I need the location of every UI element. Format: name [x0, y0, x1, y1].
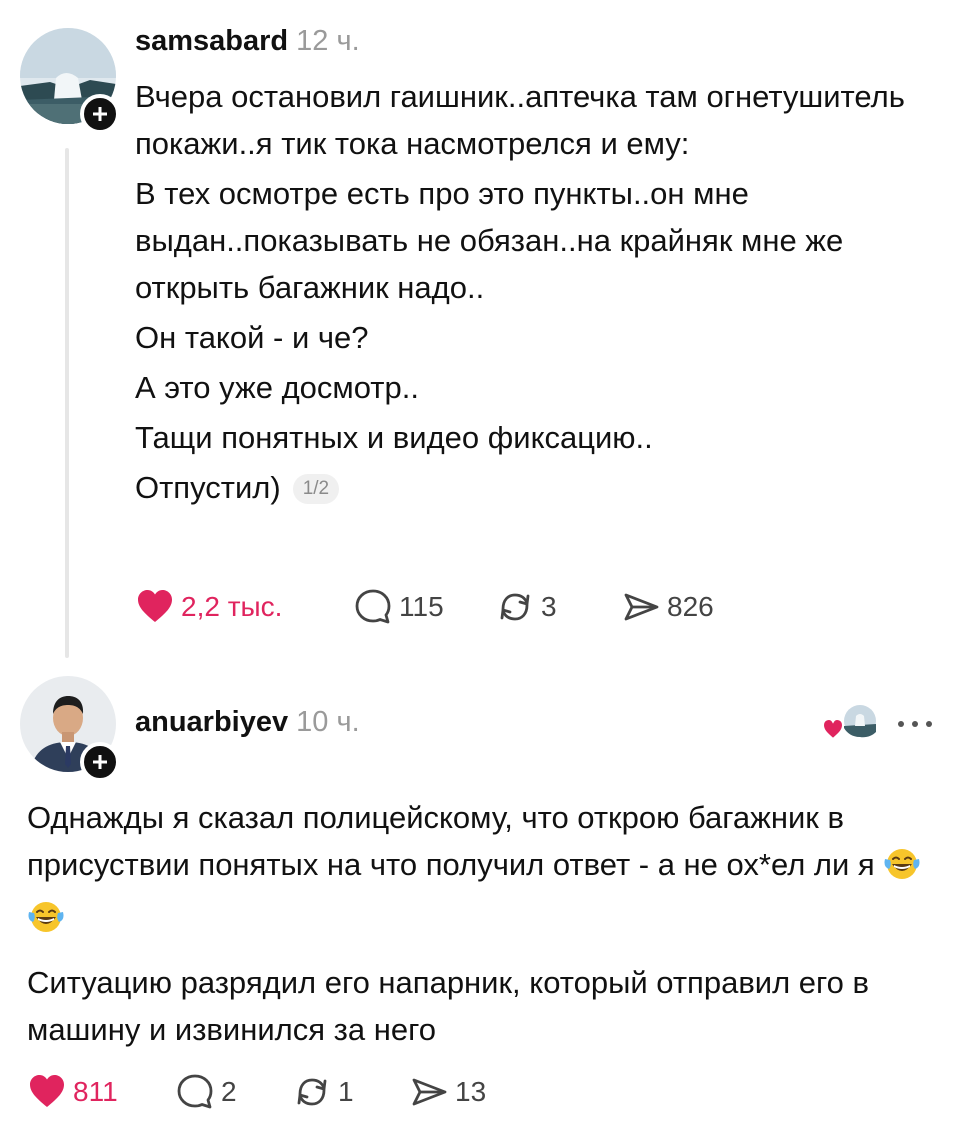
- post-body: Вчера остановил гаишник..аптечка там огн…: [135, 73, 935, 511]
- follow-button[interactable]: [80, 94, 120, 134]
- reply-count: 2: [221, 1076, 237, 1107]
- post-header: samsabard 12 ч.: [135, 24, 360, 58]
- reply-button[interactable]: 115: [353, 585, 444, 629]
- post-paragraph-with-emoji: Однажды я сказал полицейскому, что откро…: [27, 794, 937, 947]
- heart-filled-icon: [138, 590, 172, 622]
- like-count: 811: [73, 1076, 118, 1107]
- post-last-line: Отпустил) 1/2: [135, 464, 935, 511]
- post-body: Однажды я сказал полицейскому, что откро…: [27, 794, 937, 1053]
- like-button[interactable]: 2,2 тыс.: [135, 585, 282, 629]
- post-paragraph: Отпустил): [135, 470, 281, 505]
- laughing-crying-emoji: [27, 900, 65, 947]
- post-paragraph: Вчера остановил гаишник..аптечка там огн…: [135, 79, 905, 161]
- page-indicator[interactable]: 1/2: [292, 474, 340, 504]
- post-paragraph: Ситуацию разрядил его напарник, который …: [27, 965, 869, 1047]
- share-button[interactable]: 826: [621, 585, 714, 629]
- repost-count: 1: [338, 1076, 354, 1107]
- laughing-crying-emoji-icon: [884, 849, 920, 879]
- liked-by-avatar-icon: [821, 705, 876, 741]
- like-button[interactable]: 811: [27, 1070, 118, 1114]
- plus-icon: [93, 755, 107, 769]
- post-actions: 2,2 тыс. 115 3 826: [135, 585, 835, 629]
- post-paragraph: Однажды я сказал полицейскому, что откро…: [27, 800, 875, 882]
- post-paragraph: Тащи понятных и видео фиксацию..: [135, 420, 653, 455]
- heart-filled-icon: [30, 1075, 64, 1107]
- thread-connector-line: [65, 148, 69, 658]
- repost-button[interactable]: 3: [495, 585, 557, 629]
- comment-bubble-icon: [177, 1074, 213, 1109]
- liked-by-author-indicator[interactable]: [821, 704, 878, 744]
- username[interactable]: anuarbiyev: [135, 706, 288, 738]
- share-count: 826: [667, 591, 714, 622]
- share-count: 13: [455, 1076, 487, 1107]
- comment-bubble-icon: [355, 589, 391, 624]
- post-paragraph: Он такой - и че?: [135, 320, 369, 355]
- post-paragraph: В тех осмотре есть про это пункты..он мн…: [135, 176, 844, 305]
- more-options-button[interactable]: [895, 712, 935, 736]
- post-time: 10 ч.: [296, 706, 360, 738]
- follow-button[interactable]: [80, 742, 120, 782]
- ellipsis-icon: [898, 721, 932, 727]
- plus-icon: [93, 107, 107, 121]
- reply-count: 115: [399, 591, 444, 622]
- share-button[interactable]: 13: [409, 1070, 486, 1114]
- like-count: 2,2 тыс.: [181, 591, 283, 622]
- post-paragraph: А это уже досмотр..: [135, 370, 419, 405]
- post-actions: 811 2 1 13: [27, 1070, 627, 1114]
- thread-post: anuarbiyev 10 ч. Однажды я сказал полицей…: [0, 660, 960, 1142]
- laughing-crying-emoji-icon: [28, 902, 64, 932]
- send-icon: [624, 593, 659, 621]
- reply-button[interactable]: 2: [175, 1070, 237, 1114]
- send-icon: [412, 1078, 447, 1106]
- repost-icon: [297, 1078, 327, 1106]
- laughing-crying-emoji: [883, 847, 921, 894]
- post-time: 12 ч.: [296, 25, 360, 57]
- thread-post: samsabard 12 ч. Вчера остановил гаишник..…: [0, 0, 960, 660]
- repost-icon: [500, 593, 530, 621]
- repost-count: 3: [541, 591, 557, 622]
- username[interactable]: samsabard: [135, 25, 288, 57]
- post-header: anuarbiyev 10 ч.: [135, 705, 360, 739]
- repost-button[interactable]: 1: [292, 1070, 354, 1114]
